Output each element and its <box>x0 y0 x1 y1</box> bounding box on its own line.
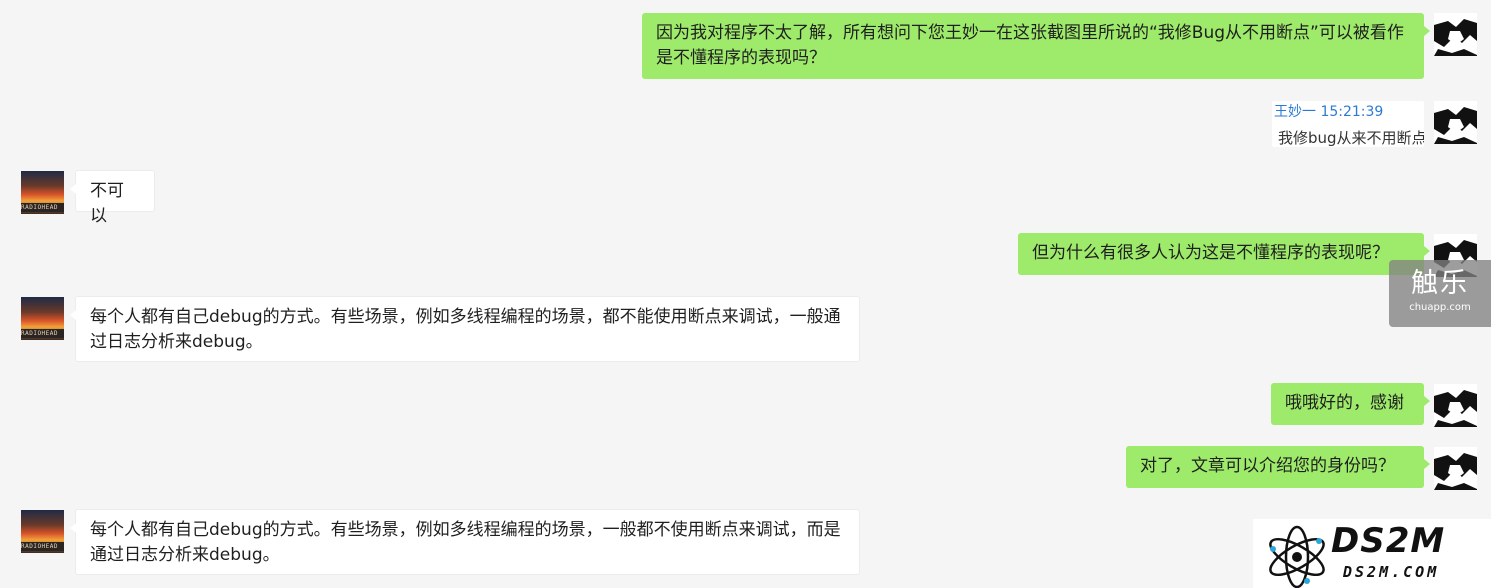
avatar[interactable]: RADIOHEAD <box>21 510 64 553</box>
avatar[interactable] <box>1434 384 1477 427</box>
user-avatar-icon <box>1434 13 1477 56</box>
avatar[interactable] <box>1434 101 1477 144</box>
avatar-band-text: RADIOHEAD <box>21 542 64 551</box>
quoted-image[interactable]: 王妙一 15:21:39 我修bug从来不用断点 <box>1272 101 1424 147</box>
avatar-band-text: RADIOHEAD <box>21 329 64 338</box>
message-bubble-outgoing[interactable]: 对了，文章可以介绍您的身份吗？ <box>1126 446 1430 488</box>
avatar[interactable]: RADIOHEAD <box>21 297 64 340</box>
chuapp-url: chuapp.com <box>1409 302 1471 313</box>
message-bubble-incoming[interactable]: 不可以 <box>70 170 155 226</box>
ds2m-watermark: DS2M DS2M.COM <box>1253 519 1491 588</box>
message-bubble-incoming[interactable]: 每个人都有自己debug的方式。有些场景，例如多线程编程的场景，都不能使用断点来… <box>70 296 860 362</box>
ds2m-domain-text: DS2M.COM <box>1343 563 1440 581</box>
quoted-image-header: 王妙一 15:21:39 <box>1274 104 1384 120</box>
user-avatar-icon <box>1434 447 1477 490</box>
avatar[interactable]: RADIOHEAD <box>21 171 64 214</box>
chuapp-watermark: 触乐 chuapp.com <box>1389 260 1491 327</box>
user-avatar-icon <box>1434 101 1477 144</box>
atom-logo-icon <box>1269 525 1325 588</box>
avatar[interactable] <box>1434 13 1477 56</box>
ds2m-brand-text: DS2M <box>1331 521 1446 561</box>
avatar-band-text: RADIOHEAD <box>21 203 64 212</box>
message-bubble-outgoing[interactable]: 因为我对程序不太了解，所有想问下您王妙一在这张截图里所说的“我修Bug从不用断点… <box>642 13 1430 79</box>
message-bubble-outgoing[interactable]: 哦哦好的，感谢 <box>1271 383 1430 425</box>
message-bubble-incoming[interactable]: 每个人都有自己debug的方式。有些场景，例如多线程编程的场景，一般都不使用断点… <box>70 509 860 575</box>
user-avatar-icon <box>1434 384 1477 427</box>
message-bubble-outgoing[interactable]: 但为什么有很多人认为这是不懂程序的表现呢？ <box>1018 233 1430 275</box>
chuapp-logo-text: 触乐 <box>1411 268 1469 299</box>
quoted-image-text: 我修bug从来不用断点 <box>1278 129 1424 147</box>
avatar[interactable] <box>1434 447 1477 490</box>
